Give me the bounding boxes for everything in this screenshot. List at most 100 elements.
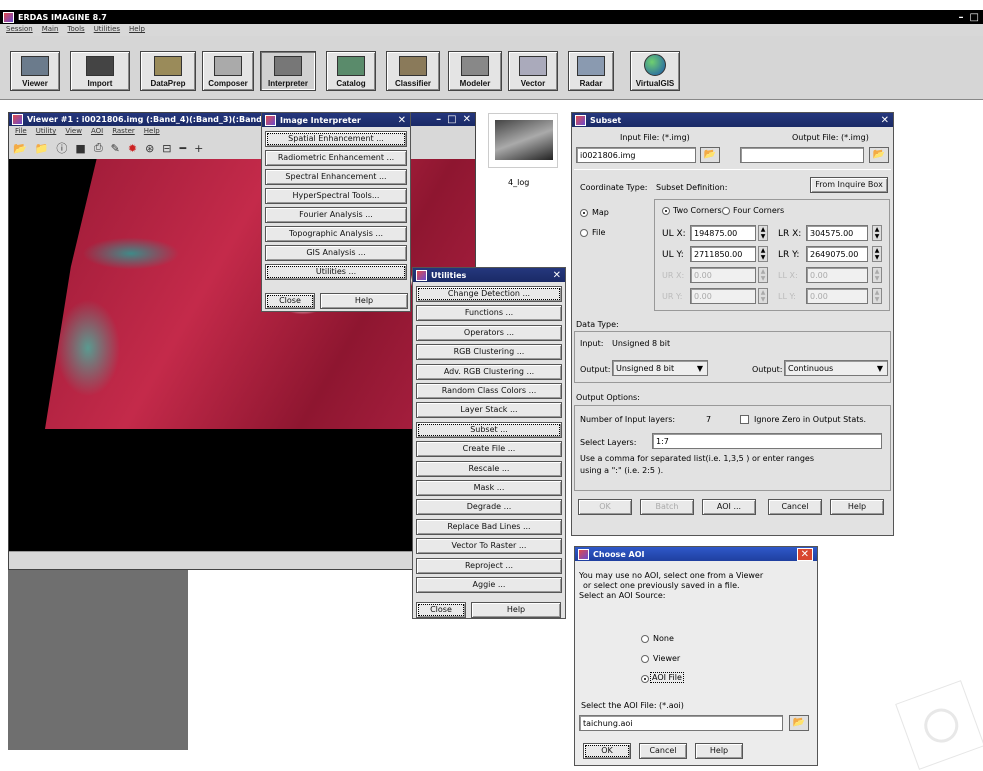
interpreter-menu-button[interactable]: Spectral Enhancement ... — [265, 169, 407, 185]
toolbar-vector-button[interactable]: Vector — [508, 51, 558, 91]
utilities-menu-button[interactable]: Mask ... — [416, 480, 562, 496]
menu-item-raster[interactable]: Raster — [112, 127, 135, 137]
menu-item-main[interactable]: Main — [42, 25, 59, 35]
utilities-menu-button[interactable]: Replace Bad Lines ... — [416, 518, 562, 535]
minimize-icon[interactable]: – — [436, 114, 441, 125]
subset-aoi-button[interactable]: AOI ... — [702, 499, 756, 515]
aoi-ok-button[interactable]: OK — [583, 743, 631, 759]
lrx-spinner[interactable]: ▲ ▼ — [872, 225, 882, 241]
close-icon[interactable]: ✕ — [463, 114, 471, 125]
close-icon[interactable]: ✕ — [553, 270, 561, 281]
crosshair-icon[interactable]: + — [194, 142, 203, 155]
utilities-menu-button[interactable]: Change Detection ... — [416, 286, 562, 302]
interpreter-menu-button[interactable]: GIS Analysis ... — [265, 245, 407, 261]
interpreter-menu-button[interactable]: Fourier Analysis ... — [265, 207, 407, 223]
edit-icon[interactable]: ✎ — [111, 142, 120, 155]
minimize-icon[interactable]: – — [959, 12, 964, 23]
subset-ok-button[interactable]: OK — [578, 499, 632, 515]
toolbar-composer-button[interactable]: Composer — [202, 51, 254, 91]
menu-item-help[interactable]: Help — [144, 127, 160, 137]
utilities-menu-button[interactable]: Subset ... — [416, 421, 562, 438]
aoi-file-field[interactable]: taichung.aoi — [579, 715, 783, 731]
utilities-help-button[interactable]: Help — [471, 602, 561, 618]
utilities-menu-button[interactable]: Create File ... — [416, 441, 562, 458]
menu-item-session[interactable]: Session — [6, 25, 33, 35]
subset-batch-button[interactable]: Batch — [640, 499, 694, 515]
utilities-menu-button[interactable]: Operators ... — [416, 324, 562, 341]
utilities-close-button[interactable]: Close — [416, 602, 466, 618]
select-layers-field[interactable]: 1:7 — [652, 433, 882, 449]
zoom-in-icon[interactable]: ⊛ — [145, 142, 154, 155]
close-icon[interactable]: ✕ — [796, 547, 813, 561]
uly-field[interactable]: 2711850.00 — [690, 246, 756, 262]
toolbar-classifier-button[interactable]: Classifier — [386, 51, 440, 91]
menu-item-utilities[interactable]: Utilities — [94, 25, 120, 35]
output-mode-select[interactable]: Continuous ▼ — [784, 360, 888, 376]
toolbar-modeler-button[interactable]: Modeler — [448, 51, 502, 91]
four-corners-radio[interactable] — [722, 207, 730, 215]
from-inquire-box-button[interactable]: From Inquire Box — [810, 177, 888, 193]
aoi-help-button[interactable]: Help — [695, 743, 743, 759]
maximize-icon[interactable]: □ — [447, 114, 456, 125]
lry-field[interactable]: 2649075.00 — [806, 246, 868, 262]
interpreter-close-button[interactable]: Close — [265, 293, 315, 309]
toolbar-radar-button[interactable]: Radar — [568, 51, 614, 91]
interpreter-menu-button[interactable]: Spatial Enhancement ... — [265, 131, 407, 147]
maximize-icon[interactable]: □ — [970, 12, 979, 23]
ulx-field[interactable]: 194875.00 — [690, 225, 756, 241]
two-corners-radio[interactable] — [662, 207, 670, 215]
utilities-menu-button[interactable]: Layer Stack ... — [416, 402, 562, 419]
toolbar-viewer-button[interactable]: Viewer — [10, 51, 60, 91]
map-radio[interactable] — [580, 209, 588, 217]
menu-item-view[interactable]: View — [65, 127, 82, 137]
utilities-menu-button[interactable]: RGB Clustering ... — [416, 344, 562, 361]
file-radio[interactable] — [580, 229, 588, 237]
subset-help-button[interactable]: Help — [830, 499, 884, 515]
uly-spinner[interactable]: ▲ ▼ — [758, 246, 768, 262]
close-icon[interactable]: ✕ — [398, 115, 406, 126]
zoom-out-icon[interactable]: ⊟ — [162, 142, 171, 155]
print-icon[interactable]: ⎙ — [94, 141, 103, 155]
utilities-menu-button[interactable]: Functions ... — [416, 305, 562, 322]
menu-item-file[interactable]: File — [15, 127, 27, 137]
ignore-zero-checkbox[interactable] — [740, 415, 749, 424]
toolbar-dataprep-button[interactable]: DataPrep — [140, 51, 196, 91]
output-file-field[interactable] — [740, 147, 864, 163]
utilities-menu-button[interactable]: Reproject ... — [416, 557, 562, 574]
color-icon[interactable]: ✹ — [128, 142, 137, 155]
aoi-viewer-radio[interactable] — [641, 655, 649, 663]
input-file-field[interactable]: i0021806.img — [576, 147, 696, 163]
toolbar-import-button[interactable]: Import — [70, 51, 130, 91]
aoi-cancel-button[interactable]: Cancel — [639, 743, 687, 759]
utilities-menu-button[interactable]: Adv. RGB Clustering ... — [416, 363, 562, 380]
utilities-menu-button[interactable]: Aggie ... — [416, 577, 562, 593]
menu-item-tools[interactable]: Tools — [67, 25, 84, 35]
interpreter-menu-button[interactable]: Radiometric Enhancement ... — [265, 150, 407, 166]
thumbnail-image[interactable] — [488, 113, 558, 168]
lry-spinner[interactable]: ▲ ▼ — [872, 246, 882, 262]
menu-item-utility[interactable]: Utility — [36, 127, 57, 137]
lrx-field[interactable]: 304575.00 — [806, 225, 868, 241]
ulx-spinner[interactable]: ▲ ▼ — [758, 225, 768, 241]
interpreter-menu-button[interactable]: HyperSpectral Tools... — [265, 188, 407, 204]
utilities-menu-button[interactable]: Rescale ... — [416, 460, 562, 477]
output-type-select[interactable]: Unsigned 8 bit ▼ — [612, 360, 708, 376]
utilities-menu-button[interactable]: Random Class Colors ... — [416, 383, 562, 399]
output-folder-icon[interactable]: 📂 — [869, 147, 889, 163]
interpreter-menu-button[interactable]: Utilities ... — [265, 264, 407, 280]
aoi-none-radio[interactable] — [641, 635, 649, 643]
toolbar-catalog-button[interactable]: Catalog — [326, 51, 376, 91]
save-icon[interactable]: ■ — [75, 142, 85, 155]
menu-item-help[interactable]: Help — [129, 25, 145, 35]
aoi-file-radio[interactable] — [641, 675, 649, 683]
toolbar-virtualgis-button[interactable]: VirtualGIS — [630, 51, 680, 91]
utilities-menu-button[interactable]: Vector To Raster ... — [416, 538, 562, 555]
subset-cancel-button[interactable]: Cancel — [768, 499, 822, 515]
close-icon[interactable]: ✕ — [881, 115, 889, 126]
utilities-menu-button[interactable]: Degrade ... — [416, 499, 562, 516]
toolbar-interpreter-button[interactable]: Interpreter — [260, 51, 316, 91]
interpreter-menu-button[interactable]: Topographic Analysis ... — [265, 226, 407, 242]
interpreter-help-button[interactable]: Help — [320, 293, 408, 309]
open-folder-icon[interactable]: 📂 — [13, 142, 27, 155]
info-icon[interactable]: ⓘ — [56, 140, 67, 156]
